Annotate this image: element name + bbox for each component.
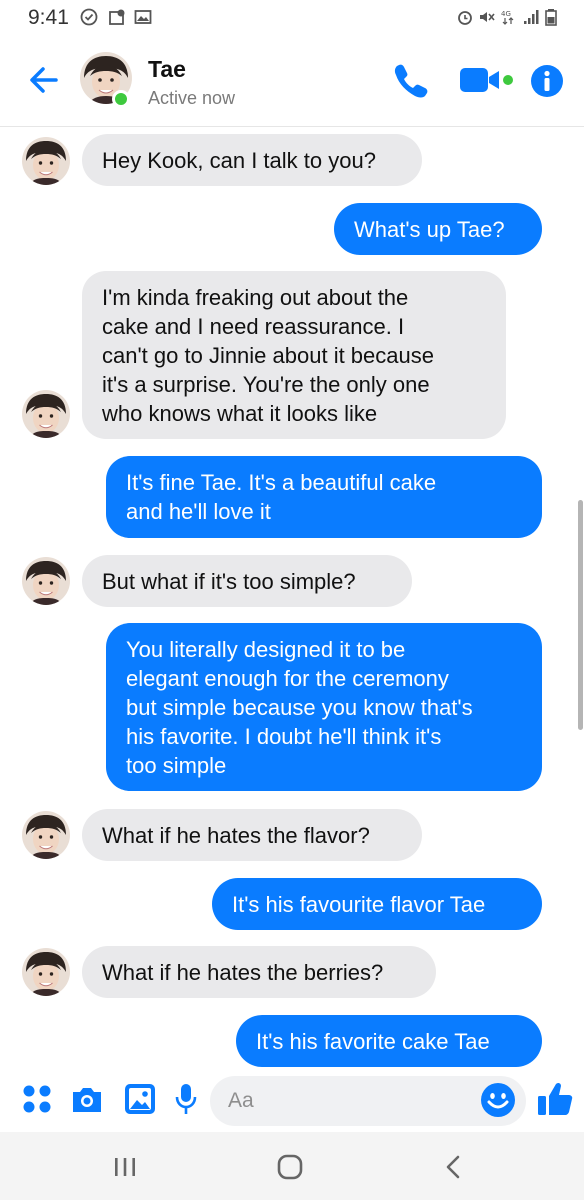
message-line: too simple bbox=[126, 753, 227, 778]
message-line: it's a surprise. You're the only one bbox=[102, 372, 430, 397]
back-icon[interactable] bbox=[442, 1154, 464, 1180]
incoming-message[interactable]: What if he hates the flavor? bbox=[82, 809, 422, 861]
contact-name: Tae bbox=[148, 56, 186, 82]
data-4g-icon: 4G bbox=[501, 10, 514, 25]
incoming-message[interactable]: But what if it's too simple? bbox=[82, 555, 412, 607]
message-text: What's up Tae? bbox=[354, 217, 505, 242]
message-line: I'm kinda freaking out about the bbox=[102, 285, 409, 310]
outgoing-message[interactable]: It's his favourite flavor Tae bbox=[212, 878, 542, 930]
message-text: What if he hates the flavor? bbox=[102, 823, 370, 848]
incoming-message[interactable]: What if he hates the berries? bbox=[82, 946, 436, 998]
outgoing-message[interactable]: It's fine Tae. It's a beautiful cake and… bbox=[106, 456, 542, 538]
microphone-icon[interactable] bbox=[174, 1082, 198, 1116]
battery-icon bbox=[545, 9, 557, 26]
outgoing-message[interactable]: It's his favorite cake Tae bbox=[236, 1015, 542, 1067]
composer-bar bbox=[0, 1070, 584, 1132]
message-text: It's his favorite cake Tae bbox=[256, 1029, 490, 1054]
video-camera-icon[interactable] bbox=[458, 64, 516, 96]
message-text: It's his favourite flavor Tae bbox=[232, 892, 486, 917]
outgoing-message[interactable]: You literally designed it to be elegant … bbox=[106, 623, 542, 791]
recent-apps-icon[interactable] bbox=[112, 1156, 138, 1178]
message-line: You literally designed it to be bbox=[126, 637, 406, 662]
emoji-icon[interactable] bbox=[480, 1082, 516, 1118]
message-line: can't go to Jinnie about it because bbox=[102, 343, 434, 368]
tae-avatar[interactable] bbox=[22, 811, 70, 859]
message-text: But what if it's too simple? bbox=[102, 569, 356, 594]
shield-check-icon bbox=[80, 8, 98, 26]
contact-status: Active now bbox=[148, 88, 236, 108]
chat-header: Tae Active now bbox=[0, 38, 584, 127]
message-line: cake and I need reassurance. I bbox=[102, 314, 405, 339]
message-line: but simple because you know that's bbox=[126, 695, 473, 720]
mute-icon bbox=[480, 12, 495, 22]
status-bar: 9:41 4G bbox=[0, 0, 584, 38]
tae-avatar[interactable] bbox=[22, 557, 70, 605]
incoming-message[interactable]: I'm kinda freaking out about the cake an… bbox=[82, 271, 506, 439]
info-icon[interactable] bbox=[530, 64, 564, 98]
image-icon bbox=[134, 10, 152, 24]
phone-icon[interactable] bbox=[390, 60, 430, 100]
tae-avatar[interactable] bbox=[22, 137, 70, 185]
alarm-icon bbox=[458, 11, 472, 25]
outgoing-message[interactable]: What's up Tae? bbox=[334, 203, 542, 255]
online-indicator bbox=[112, 90, 130, 108]
status-time: 9:41 bbox=[28, 6, 69, 29]
message-line: It's fine Tae. It's a beautiful cake bbox=[126, 470, 437, 495]
location-tag-icon bbox=[109, 9, 125, 25]
tae-avatar[interactable] bbox=[22, 948, 70, 996]
message-line: and he'll love it bbox=[126, 499, 271, 524]
message-line: elegant enough for the ceremony bbox=[126, 666, 449, 691]
message-line: who knows what it looks like bbox=[102, 401, 378, 426]
message-text: Hey Kook, can I talk to you? bbox=[102, 148, 376, 173]
thumbs-up-icon[interactable] bbox=[536, 1080, 574, 1118]
more-apps-icon[interactable] bbox=[22, 1084, 52, 1114]
system-nav-bar bbox=[0, 1132, 584, 1200]
back-arrow-icon[interactable] bbox=[26, 62, 62, 98]
message-text: What if he hates the berries? bbox=[102, 960, 384, 985]
signal-icon bbox=[524, 10, 539, 24]
incoming-message[interactable]: Hey Kook, can I talk to you? bbox=[82, 134, 422, 186]
camera-icon[interactable] bbox=[70, 1084, 104, 1114]
svg-text:4G: 4G bbox=[501, 10, 511, 18]
message-line: his favorite. I doubt he'll think it's bbox=[126, 724, 442, 749]
tae-avatar[interactable] bbox=[22, 390, 70, 438]
home-icon[interactable] bbox=[276, 1154, 304, 1180]
scrollbar[interactable] bbox=[578, 500, 583, 730]
gallery-icon[interactable] bbox=[124, 1083, 156, 1115]
message-input[interactable] bbox=[210, 1076, 526, 1126]
